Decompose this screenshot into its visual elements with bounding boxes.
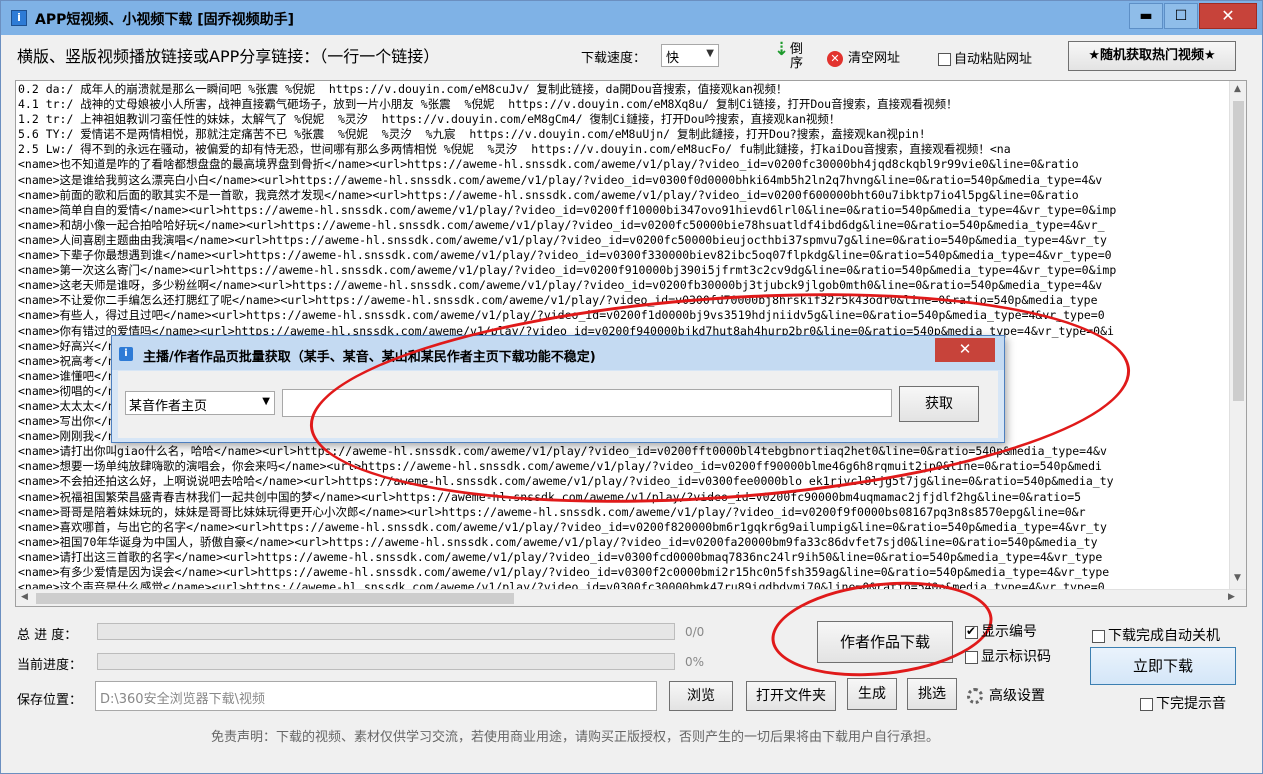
link-line: <name>不会拍还拍这么好，上啊说说吧去哈哈</name><url>https… bbox=[18, 474, 1114, 489]
link-line: <name>祝福祖国繁荣昌盛青春吉林我们一起共创中国的梦</name><url>… bbox=[18, 489, 1082, 504]
show-id-toggle[interactable]: 显示标识码 bbox=[965, 646, 1051, 666]
link-line: 1.2 tr:/ 上神祖姐教训刁蛮任性的妹妹，太解气了 %倪妮 %灵汐 http… bbox=[18, 112, 841, 127]
save-location-label: 保存位置： bbox=[17, 693, 83, 708]
link-line: 5.6 TY:/ 爱情诺不是两情相悦，那就注定痛苦不已 %张震 %倪妮 %灵汐 … bbox=[18, 127, 926, 142]
app-icon: i bbox=[11, 10, 27, 26]
done-sound-label: 下完提示音 bbox=[1156, 696, 1226, 712]
link-line: 2.5 Lw:/ 得不到的永远在骚动，被偏爱的却有恃无恐，世间哪有那么多两情相悦… bbox=[18, 142, 1011, 157]
link-line: <name>这是谁给我剪这么漂亮白小白</name><url>https://a… bbox=[18, 172, 1103, 187]
generate-button[interactable]: 生成 bbox=[847, 678, 897, 710]
chevron-down-icon: ▼ bbox=[706, 48, 714, 59]
scroll-left-icon[interactable]: ◀ bbox=[21, 592, 28, 602]
vertical-scrollbar[interactable]: ▲ ▼ bbox=[1229, 81, 1246, 591]
dialog-close-button[interactable]: ✕ bbox=[935, 338, 995, 362]
advanced-settings-label: 高级设置 bbox=[989, 688, 1045, 704]
show-id-label: 显示标识码 bbox=[981, 649, 1051, 665]
link-line: <name>有多少爱情是因为误会</name><url>https://awem… bbox=[18, 565, 1110, 579]
show-number-label: 显示编号 bbox=[981, 624, 1037, 640]
reverse-order-label: 倒序 bbox=[790, 42, 804, 71]
dialog-info-icon: i bbox=[119, 347, 133, 361]
speed-value: 快 bbox=[666, 51, 680, 66]
horizontal-scrollbar[interactable]: ◀ ▶ bbox=[16, 589, 1246, 606]
scroll-right-icon[interactable]: ▶ bbox=[1228, 592, 1235, 602]
fetch-button[interactable]: 获取 bbox=[899, 386, 979, 422]
disclaimer-text: 免责声明：下载的视频、素材仅供学习交流，若使用商业用途，请购买正版授权，否则产生… bbox=[211, 730, 940, 745]
auto-paste-checkbox[interactable] bbox=[938, 53, 951, 66]
show-number-checkbox[interactable] bbox=[965, 624, 978, 639]
gear-icon bbox=[967, 688, 983, 704]
arrow-down-icon: ⇣ bbox=[774, 39, 790, 60]
link-line: <name>简单自自的爱情</name><url>https://aweme-h… bbox=[18, 202, 1117, 217]
open-folder-button[interactable]: 打开文件夹 bbox=[746, 681, 836, 711]
random-hot-videos-button[interactable]: ★随机获取热门视频★ bbox=[1068, 41, 1236, 71]
current-progress-label: 当前进度： bbox=[17, 658, 83, 673]
done-sound-checkbox[interactable] bbox=[1140, 697, 1153, 711]
link-input-prompt: 横版、竖版视频播放链接或APP分享链接：（一行一个链接） bbox=[17, 47, 440, 66]
link-line: <name>人间喜剧主题曲由我演唱</name><url>https://awe… bbox=[18, 232, 1107, 247]
link-line: <name>想要一场单纯放肆嗨歌的演唱会，你会来吗</name><url>htt… bbox=[18, 459, 1102, 474]
total-progress-bar bbox=[97, 623, 675, 640]
link-line: <name>请打出这三首歌的名字</name><url>https://awem… bbox=[18, 549, 1103, 564]
download-now-button[interactable]: 立即下载 bbox=[1090, 647, 1236, 685]
auto-shutdown-label: 下载完成自动关机 bbox=[1108, 628, 1220, 644]
author-source-select[interactable]: 某音作者主页 ▼ bbox=[125, 391, 275, 415]
title-bar[interactable]: i APP短视频、小视频下载 [固乔视频助手] ▬ ☐ ✕ bbox=[1, 1, 1262, 35]
minimize-button[interactable]: ▬ bbox=[1129, 3, 1163, 29]
advanced-settings-button[interactable]: 高级设置 bbox=[967, 685, 1045, 705]
app-window: i APP短视频、小视频下载 [固乔视频助手] ▬ ☐ ✕ 横版、竖版视频播放链… bbox=[0, 0, 1263, 774]
maximize-button[interactable]: ☐ bbox=[1164, 3, 1198, 29]
link-line: <name>祖国70年华诞身为中国人，骄傲自豪</name><url>https… bbox=[18, 534, 1098, 549]
link-line: <name>喜欢哪首，与出它的名字</name><url>https://awe… bbox=[18, 519, 1107, 534]
link-line: <name>哥哥是陪着妹妹玩的，妹妹是哥哥比妹妹玩得更开心小次郎</name><… bbox=[18, 504, 1086, 519]
done-sound-toggle[interactable]: 下完提示音 bbox=[1140, 693, 1226, 713]
save-path-input[interactable]: D:\360安全浏览器下载\视频 bbox=[95, 681, 657, 711]
link-line: <name>这老天师是谁呀，多少粉丝啊</name><url>https://a… bbox=[18, 278, 1103, 293]
dialog-title-bar[interactable]: i 主播/作者作品页批量获取（某手、某音、某山和某民作者主页下载功能不稳定) ✕ bbox=[112, 336, 1004, 370]
clear-icon: ✕ bbox=[827, 50, 843, 67]
link-line: <name>下辈子你最想遇到谁</name><url>https://aweme… bbox=[18, 248, 1112, 263]
link-line: <name>请打出你叫giao什么名，哈哈</name><url>https:/… bbox=[18, 444, 1107, 459]
close-button[interactable]: ✕ bbox=[1199, 3, 1257, 29]
filter-button[interactable]: 挑选 bbox=[907, 678, 957, 710]
dialog-body: 某音作者主页 ▼ 获取 bbox=[118, 371, 998, 438]
auto-shutdown-toggle[interactable]: 下载完成自动关机 bbox=[1092, 625, 1220, 645]
show-number-toggle[interactable]: 显示编号 bbox=[965, 621, 1037, 641]
current-progress-text: 0% bbox=[685, 655, 705, 669]
author-batch-dialog: i 主播/作者作品页批量获取（某手、某音、某山和某民作者主页下载功能不稳定) ✕… bbox=[111, 335, 1005, 443]
author-url-input[interactable] bbox=[282, 389, 892, 417]
total-progress-text: 0/0 bbox=[685, 625, 705, 639]
scroll-down-icon[interactable]: ▼ bbox=[1234, 573, 1241, 583]
link-line: <name>和胡小像一起合拍哈哈好玩</name><url>https://aw… bbox=[18, 217, 1105, 232]
dialog-title: 主播/作者作品页批量获取（某手、某音、某山和某民作者主页下载功能不稳定) bbox=[143, 350, 596, 365]
current-progress-bar bbox=[97, 653, 675, 670]
link-line: <name>前面的歌和后面的歌其实不是一首歌，我竟然才发现</name><url… bbox=[18, 187, 1079, 202]
link-line: 4.1 tr:/ 战神的丈母娘被小人所害，战神直接霸气砸场子，放到一片小朋友 %… bbox=[18, 97, 958, 112]
link-line: <name>第一次这么寄门</name><url>https://aweme-h… bbox=[18, 263, 1117, 278]
speed-select[interactable]: 快 ▼ bbox=[661, 44, 719, 67]
link-line: <name>有些人，得过且过吧</name><url>https://aweme… bbox=[18, 308, 1105, 323]
author-source-value: 某音作者主页 bbox=[129, 399, 208, 414]
show-id-checkbox[interactable] bbox=[965, 650, 978, 664]
auto-paste-label: 自动粘贴网址 bbox=[954, 52, 1033, 67]
horizontal-scroll-thumb[interactable] bbox=[36, 593, 514, 604]
total-progress-label: 总 进 度： bbox=[17, 628, 78, 643]
scroll-up-icon[interactable]: ▲ bbox=[1234, 84, 1241, 94]
speed-label: 下载速度： bbox=[581, 51, 647, 66]
chevron-down-icon: ▼ bbox=[262, 396, 270, 407]
clear-urls-label: 清空网址 bbox=[848, 51, 901, 66]
auto-paste-toggle[interactable]: 自动粘贴网址 bbox=[938, 48, 1032, 67]
browse-button[interactable]: 浏览 bbox=[669, 681, 733, 711]
clear-urls-button[interactable]: ✕ 清空网址 bbox=[827, 47, 900, 67]
link-line: <name>不让爱你二手编怎么还打腮红了呢</name><url>https:/… bbox=[18, 293, 1098, 308]
vertical-scroll-thumb[interactable] bbox=[1233, 101, 1244, 401]
link-line: 0.2 da:/ 成年人的崩溃就是那么一瞬间吧 %张震 %倪妮 https://… bbox=[18, 82, 788, 96]
author-download-button[interactable]: 作者作品下载 bbox=[817, 621, 953, 663]
link-line: <name>也不知道是咋的了看啥都想盘盘的最高境界盘到骨折</name><url… bbox=[18, 157, 1079, 172]
window-title: APP短视频、小视频下载 [固乔视频助手] bbox=[35, 12, 295, 28]
auto-shutdown-checkbox[interactable] bbox=[1092, 629, 1105, 643]
